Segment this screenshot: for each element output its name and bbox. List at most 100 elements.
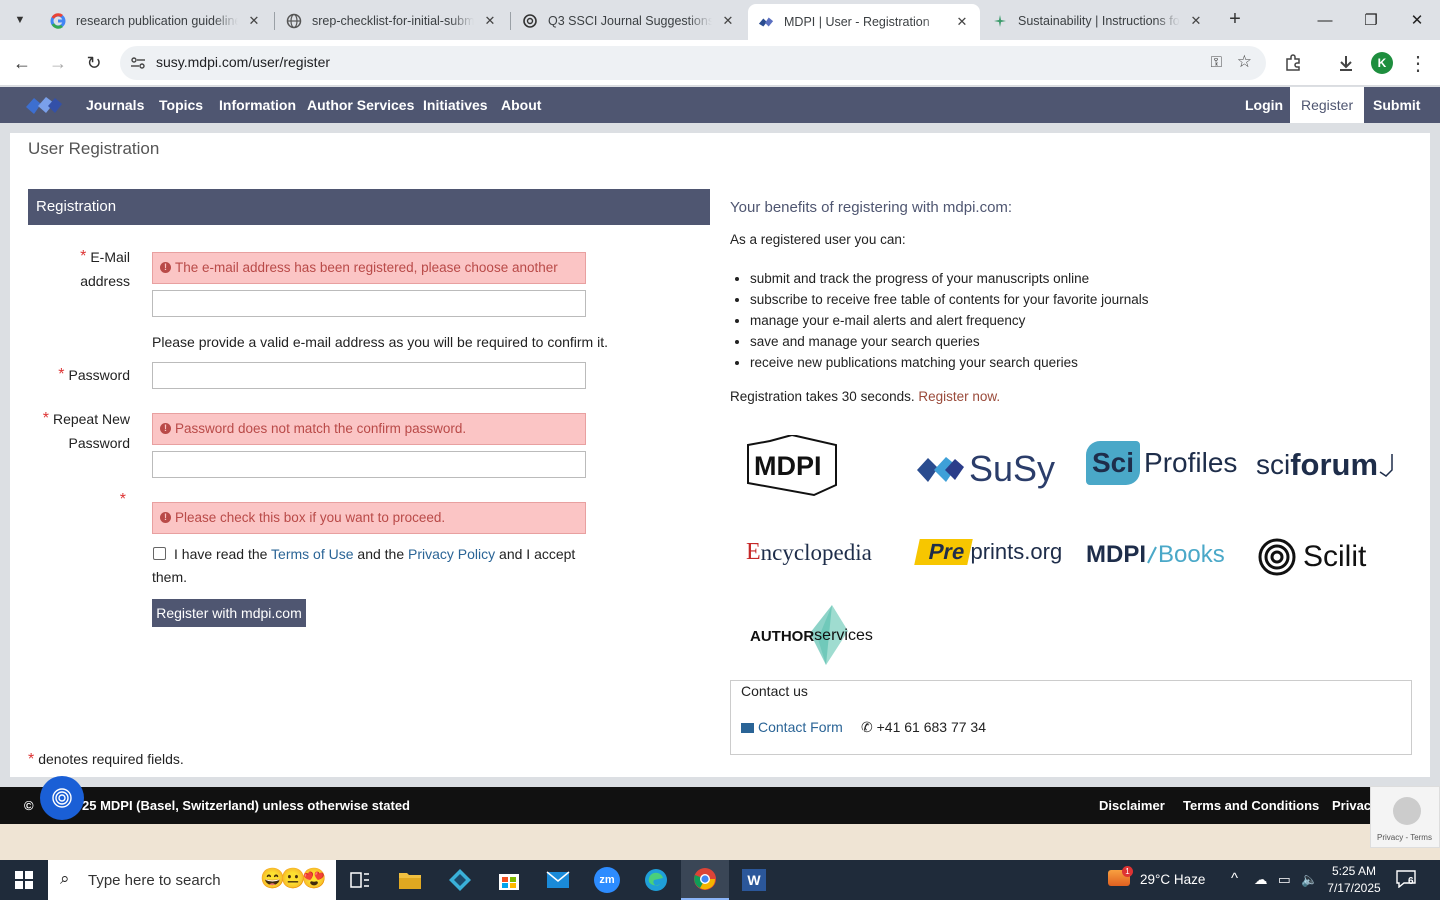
reload-icon[interactable]: ↻ [82, 51, 106, 75]
tab-search-chevron-icon[interactable]: ▼ [8, 8, 32, 32]
network-icon[interactable]: ▭ [1278, 872, 1291, 888]
register-submit-button[interactable]: Register with mdpi.com [152, 599, 306, 627]
exclamation-icon: ! [160, 512, 171, 523]
footer-disclaimer-link[interactable]: Disclaimer [1099, 798, 1165, 813]
tray-chevron-up-icon[interactable]: ^ [1231, 870, 1238, 887]
fingerprint-button[interactable] [40, 776, 84, 820]
nav-login[interactable]: Login [1245, 87, 1283, 123]
email-hint: Please provide a valid e-mail address as… [152, 334, 608, 350]
recaptcha-icon [1393, 797, 1421, 825]
close-tab-icon[interactable]: ✕ [1188, 13, 1204, 29]
preprints-logo[interactable]: Pre prints.org [914, 539, 1062, 565]
site-settings-icon[interactable] [130, 55, 146, 71]
window-close-icon[interactable]: ✕ [1394, 0, 1440, 40]
chrome-app-icon[interactable] [681, 860, 729, 900]
browser-tab-5[interactable]: Sustainability | Instructions for Author… [982, 6, 1214, 36]
cloud-icon[interactable]: ☁ [1254, 872, 1268, 888]
mail-icon[interactable] [534, 860, 582, 900]
author-services-logo[interactable]: AUTHOR services [750, 603, 890, 669]
sciforum-logo[interactable]: sci forum [1256, 447, 1396, 483]
nav-register[interactable]: Register [1290, 87, 1365, 123]
privacy-policy-link[interactable]: Privacy Policy [408, 546, 495, 562]
tab-separator [274, 12, 275, 30]
profile-avatar[interactable]: K [1371, 52, 1393, 74]
download-icon[interactable] [1334, 51, 1358, 75]
maximize-icon[interactable]: ❐ [1348, 0, 1394, 40]
weather-badge: 1 [1122, 866, 1133, 877]
edge-browser-icon[interactable] [632, 860, 680, 900]
browser-tab-4-active[interactable]: MDPI | User - Registration ✕ [748, 4, 980, 40]
contact-form-link[interactable]: Contact Form [741, 719, 843, 735]
nav-submit[interactable]: Submit [1373, 87, 1420, 123]
microsoft-store-icon[interactable] [485, 860, 533, 900]
footer-terms-link[interactable]: Terms and Conditions [1183, 798, 1319, 813]
minimize-icon[interactable]: — [1302, 0, 1348, 40]
email-label: * E-Mail address [80, 248, 130, 289]
zoom-app-icon[interactable]: zm [583, 860, 631, 900]
password-key-icon[interactable]: ⚿ [1211, 54, 1222, 71]
file-explorer-icon[interactable] [386, 860, 434, 900]
browser-tab-2[interactable]: srep-checklist-for-initial-submission ✕ [276, 6, 508, 36]
page-content: User Registration Registration * E-Mail ad… [10, 133, 1430, 777]
repeat-password-input[interactable] [152, 451, 586, 478]
chrome-menu-icon[interactable]: ⋮ [1406, 51, 1430, 75]
list-item: submit and track the progress of your ma… [750, 268, 1148, 289]
extensions-puzzle-icon[interactable] [1281, 51, 1305, 75]
emoji-decoration-icon: 😄😐😍 [260, 868, 327, 890]
encyclopedia-logo[interactable]: Encyclopedia [746, 539, 872, 566]
nav-journals[interactable]: Journals [86, 87, 144, 123]
mdpi-books-logo[interactable]: MDPI Books [1086, 541, 1225, 569]
weather-icon[interactable]: 1 [1108, 866, 1133, 889]
close-tab-icon[interactable]: ✕ [482, 13, 498, 29]
page-bottom-strip [0, 824, 1440, 860]
sciprofiles-logo[interactable]: Sci Profiles [1086, 441, 1237, 485]
windows-taskbar: ⌕ Type here to search 😄😐😍 zm W 1 29°C Ha… [0, 860, 1440, 900]
repeat-password-error-alert: ! Password does not match the confirm pa… [152, 413, 586, 445]
email-error-alert: ! The e-mail address has been registered… [152, 252, 586, 305]
close-tab-icon[interactable]: ✕ [954, 14, 970, 30]
terms-of-use-link[interactable]: Terms of Use [271, 546, 353, 562]
nav-information[interactable]: Information [219, 87, 296, 123]
new-tab-plus-icon[interactable]: + [1224, 8, 1246, 30]
tab-title: Q3 SSCI Journal Suggestions [548, 14, 712, 28]
windows-start-icon[interactable] [0, 860, 48, 900]
susy-logo[interactable]: SuSy [915, 448, 1055, 490]
url-text[interactable]: susy.mdpi.com/user/register [156, 54, 330, 70]
mdpi-logo[interactable]: MDPI [746, 435, 840, 497]
back-arrow-icon[interactable]: ← [10, 51, 34, 75]
close-tab-icon[interactable]: ✕ [246, 13, 262, 29]
email-input[interactable] [152, 290, 586, 317]
copyright-symbol: © [24, 798, 34, 813]
volume-icon[interactable]: 🔈 [1301, 872, 1318, 888]
password-input[interactable] [152, 362, 586, 389]
browser-tab-1[interactable]: research publication guidelines ✕ [40, 6, 272, 36]
mdpi-logo-icon[interactable] [24, 94, 64, 116]
app-diamond-icon[interactable] [436, 860, 484, 900]
page-footer: © 25 MDPI (Basel, Switzerland) unless ot… [0, 787, 1440, 824]
notification-center-icon[interactable]: 6 [1396, 870, 1422, 890]
register-now-link[interactable]: Register now. [918, 389, 1000, 404]
browser-tab-3[interactable]: Q3 SSCI Journal Suggestions ✕ [512, 6, 746, 36]
nav-author-services[interactable]: Author Services [307, 87, 414, 123]
nav-topics[interactable]: Topics [159, 87, 203, 123]
clock-date: 7/17/2025 [1327, 881, 1381, 895]
word-app-icon[interactable]: W [730, 860, 778, 900]
bookmark-star-icon[interactable]: ☆ [1237, 52, 1252, 72]
exclamation-icon: ! [160, 423, 171, 434]
benefits-title: Your benefits of registering with mdpi.c… [730, 199, 1013, 216]
close-tab-icon[interactable]: ✕ [720, 13, 736, 29]
weather-text[interactable]: 29°C Haze [1140, 872, 1205, 887]
required-asterisk: * [80, 248, 87, 265]
phone-icon: ✆ [861, 719, 873, 735]
nav-initiatives[interactable]: Initiatives [423, 87, 488, 123]
recaptcha-badge[interactable]: Privacy - Terms [1370, 786, 1440, 848]
address-bar[interactable]: susy.mdpi.com/user/register ⚿ ☆ [120, 46, 1266, 80]
recaptcha-text: Privacy - Terms [1377, 833, 1432, 842]
task-view-icon[interactable] [336, 860, 384, 900]
taskbar-clock[interactable]: 5:25 AM 7/17/2025 [1322, 863, 1386, 897]
nav-about[interactable]: About [501, 87, 541, 123]
repeat-password-label: * Repeat New Password [42, 410, 130, 451]
forward-arrow-icon[interactable]: → [46, 51, 70, 75]
scilit-logo[interactable]: Scilit [1257, 537, 1366, 577]
taskbar-search-box[interactable]: ⌕ Type here to search 😄😐😍 [48, 860, 336, 900]
